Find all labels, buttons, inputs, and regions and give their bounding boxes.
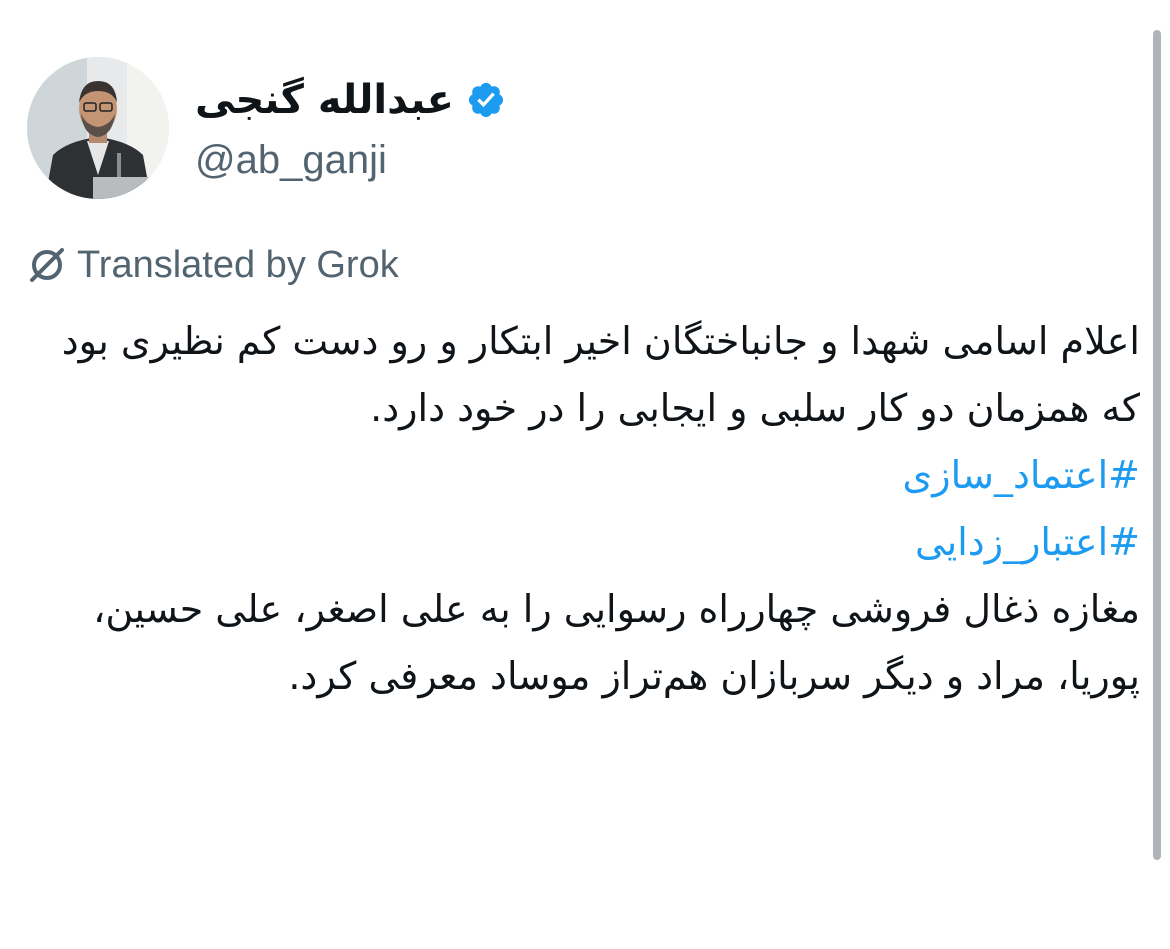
author-name-row: عبدالله گنجی bbox=[195, 70, 506, 130]
tweet-text: اعلام اسامی شهدا و جانباختگان اخیر ابتکا… bbox=[60, 308, 1140, 710]
avatar[interactable] bbox=[27, 57, 169, 199]
avatar-photo bbox=[27, 57, 169, 199]
hashtag-link[interactable]: #اعتبار_زدایی bbox=[60, 509, 1140, 576]
verified-badge-icon bbox=[468, 82, 503, 118]
translation-notice: Translated by Grok bbox=[27, 240, 399, 290]
tweet-paragraph-1: اعلام اسامی شهدا و جانباختگان اخیر ابتکا… bbox=[61, 319, 1140, 430]
hashtag-link[interactable]: #اعتماد_سازی bbox=[60, 442, 1140, 509]
display-name[interactable]: عبدالله گنجی bbox=[195, 70, 454, 130]
tweet-card: عبدالله گنجی @ab_ganji Translated by Gro… bbox=[0, 0, 1170, 949]
scrollbar[interactable] bbox=[1153, 30, 1161, 860]
tweet-paragraph-2: مغازه ذغال فروشی چهارراه رسوایی را به عل… bbox=[93, 587, 1140, 698]
author-handle[interactable]: @ab_ganji bbox=[195, 135, 387, 185]
grok-icon bbox=[30, 248, 64, 282]
translation-notice-text: Translated by Grok bbox=[77, 243, 399, 286]
